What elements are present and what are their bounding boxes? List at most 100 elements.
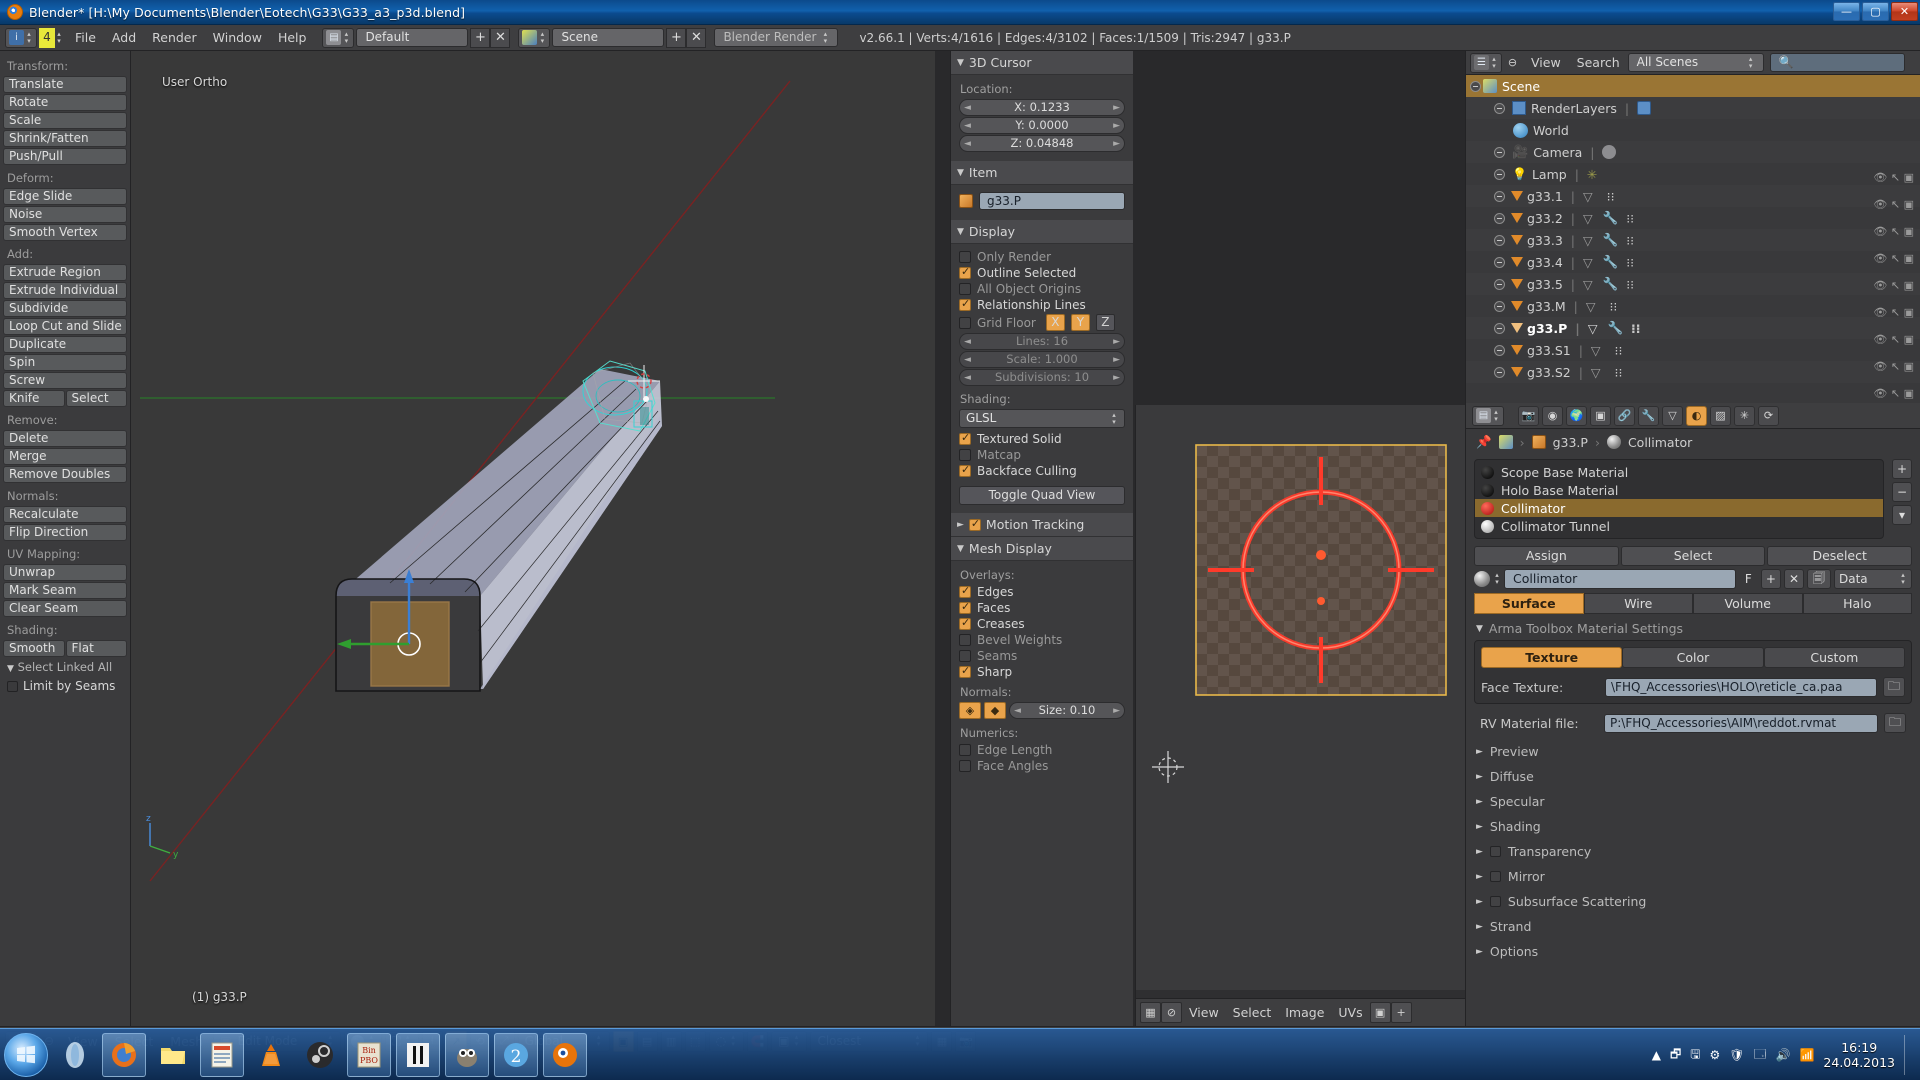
grid-lines-field[interactable]: ◄Lines: 16► [959, 333, 1125, 350]
tab-world[interactable]: 🌍 [1566, 406, 1587, 426]
shading-mode-select[interactable]: GLSL ▴▾ [959, 409, 1125, 428]
outline-selected-checkbox[interactable]: Outline Selected [959, 266, 1125, 280]
only-render-checkbox[interactable]: Only Render [959, 250, 1125, 264]
uv-menu-select[interactable]: Select [1226, 1005, 1279, 1020]
notepad-icon[interactable] [200, 1033, 244, 1077]
mesh-data-icon[interactable]: ▽ [1583, 255, 1593, 270]
tool-duplicate[interactable]: Duplicate [3, 336, 127, 353]
material-slot-row[interactable]: Holo Base Material [1475, 481, 1883, 499]
vertex-normals-icon[interactable]: ◈ [959, 702, 981, 719]
outliner-row-g33-1[interactable]: g33.1 | ▽ ⁝⁝ [1466, 185, 1920, 207]
material-slot-menu-button[interactable]: ▾ [1892, 505, 1912, 525]
tool-delete[interactable]: Delete [3, 430, 127, 447]
vertexgroup-icon[interactable]: ⁝⁝ [1631, 321, 1641, 336]
uv-pin-icon[interactable]: ⊘ [1161, 1002, 1182, 1023]
outliner-row-scene[interactable]: Scene [1466, 75, 1920, 97]
motion-tracking-header[interactable]: ► Motion Tracking [951, 513, 1133, 537]
face-texture-field[interactable]: \FHQ_Accessories\HOLO\reticle_ca.paa [1605, 678, 1877, 697]
tray-icon-e[interactable]: 🗔 [1754, 1045, 1767, 1066]
renderlayer-data-icon[interactable] [1637, 101, 1651, 115]
outliner-menu-search[interactable]: Search [1569, 51, 1628, 75]
tab-halo[interactable]: Halo [1803, 593, 1913, 614]
grid-floor-row[interactable]: Grid Floor X Y Z [959, 314, 1125, 331]
outliner-row-g33-3[interactable]: g33.3 | ▽ 🔧 ⁝⁝ [1466, 229, 1920, 251]
visibility-eye-icon[interactable]: 👁 ↖ ▣ [1873, 333, 1914, 346]
tray-volume-icon[interactable]: 🔊 [1776, 1048, 1791, 1062]
delete-scene-button[interactable]: ✕ [686, 28, 706, 48]
modifier-wrench-icon[interactable]: 🔧 [1607, 320, 1623, 336]
explorer-icon[interactable] [151, 1033, 195, 1077]
mesh-data-icon[interactable]: ▽ [1583, 277, 1593, 292]
mesh-data-icon[interactable]: ▽ [1588, 321, 1598, 336]
expand-toggle-icon[interactable] [1494, 367, 1505, 378]
outliner-row-g33-4[interactable]: g33.4 | ▽ 🔧 ⁝⁝ [1466, 251, 1920, 273]
window-controls[interactable]: — ▢ ✕ [1833, 2, 1918, 21]
tool-remove-doubles[interactable]: Remove Doubles [3, 466, 127, 483]
uv-menu-image[interactable]: Image [1278, 1005, 1331, 1020]
material-slot-row[interactable]: Collimator Tunnel [1475, 517, 1883, 535]
breadcrumb-object[interactable]: g33.P [1553, 435, 1588, 450]
vertexgroup-icon[interactable]: ⁝⁝ [1607, 189, 1615, 204]
tab-modifiers[interactable]: 🔧 [1638, 406, 1659, 426]
grid-scale-field[interactable]: ◄Scale: 1.000► [959, 351, 1125, 368]
mesh-data-icon[interactable]: ▽ [1583, 233, 1593, 248]
display-header[interactable]: ▼ Display [951, 220, 1133, 244]
section-diffuse[interactable]: ► Diffuse [1466, 764, 1920, 789]
tool-recalculate[interactable]: Recalculate [3, 506, 127, 523]
outliner-row-g33-2[interactable]: g33.2 | ▽ 🔧 ⁝⁝ [1466, 207, 1920, 229]
object-name-field[interactable]: g33.P [979, 192, 1125, 210]
browse-material-icon[interactable]: ▴▾ [1493, 572, 1501, 586]
toggle-quad-view-button[interactable]: Toggle Quad View [959, 486, 1125, 505]
add-material-slot-button[interactable]: + [1892, 459, 1912, 479]
tool-clear-seam[interactable]: Clear Seam [3, 600, 127, 617]
select-button[interactable]: Select [1621, 546, 1766, 566]
tool-merge[interactable]: Merge [3, 448, 127, 465]
visibility-eye-icon[interactable]: 👁 ↖ ▣ [1873, 306, 1914, 319]
tab-physics[interactable]: ⟳ [1758, 406, 1779, 426]
outliner-row-renderlayers[interactable]: RenderLayers | [1466, 97, 1920, 119]
tool-screw[interactable]: Screw [3, 372, 127, 389]
vertexgroup-icon[interactable]: ⁝⁝ [1609, 299, 1617, 314]
visibility-eye-icon[interactable]: 👁 ↖ ▣ [1873, 360, 1914, 373]
numeric-face-angles-checkbox[interactable]: Face Angles [959, 759, 1125, 773]
section-preview[interactable]: ► Preview [1466, 739, 1920, 764]
expand-toggle-icon[interactable] [1494, 279, 1505, 290]
3d-viewport[interactable]: z y User Ortho (1) g33.P [0, 51, 935, 1026]
scene-name-field[interactable]: Scene [552, 28, 664, 47]
steam-icon[interactable] [298, 1033, 342, 1077]
mirror-checkbox[interactable] [1490, 871, 1501, 882]
material-slot-list[interactable]: Scope Base Material Holo Base Material C… [1474, 459, 1884, 539]
menu-add[interactable]: Add [104, 25, 144, 51]
tab-color[interactable]: Color [1622, 647, 1763, 668]
outliner-row-g33-p[interactable]: g33.P | ▽ 🔧 ⁝⁝ [1466, 317, 1920, 339]
tool-noise[interactable]: Noise [3, 206, 127, 223]
start-orb-button[interactable] [4, 1033, 48, 1077]
properties-editor-type-icon[interactable]: ▤ ▴▾ [1472, 406, 1504, 426]
tab-surface[interactable]: Surface [1474, 593, 1584, 614]
modifier-wrench-icon[interactable]: 🔧 [1603, 232, 1619, 248]
tray-icon-d[interactable]: 🛡 [1729, 1048, 1744, 1062]
o2-icon[interactable]: 2 [494, 1033, 538, 1077]
tray-network-icon[interactable]: 📶 [1799, 1048, 1814, 1062]
mesh-data-icon[interactable]: ▽ [1583, 211, 1593, 226]
uv-menu-view[interactable]: View [1182, 1005, 1226, 1020]
section-specular[interactable]: ► Specular [1466, 789, 1920, 814]
firefox-icon[interactable] [102, 1033, 146, 1077]
tab-render[interactable]: 📷 [1518, 406, 1539, 426]
binpbo-icon[interactable]: BinPBO [347, 1033, 391, 1077]
expand-toggle-icon[interactable] [1494, 235, 1505, 246]
screen-layout-icon[interactable]: ▤ ▴▾ [322, 28, 354, 48]
menu-window[interactable]: Window [205, 25, 270, 51]
browse-rvmat-file-icon[interactable]: 🗀 [1884, 713, 1906, 733]
relationship-lines-checkbox[interactable]: Relationship Lines [959, 298, 1125, 312]
numeric-edge-length-checkbox[interactable]: Edge Length [959, 743, 1125, 757]
outliner-filter-icon[interactable]: ⊖ [1502, 52, 1523, 73]
gimp-icon[interactable] [445, 1033, 489, 1077]
expand-toggle-icon[interactable] [1494, 301, 1505, 312]
grid-subdivisions-field[interactable]: ◄Subdivisions: 10► [959, 369, 1125, 386]
vertexgroup-icon[interactable]: ⁝⁝ [1615, 365, 1623, 380]
uv-canvas[interactable] [1136, 405, 1466, 990]
blender-icon[interactable] [543, 1033, 587, 1077]
modifier-wrench-icon[interactable]: 🔧 [1603, 210, 1619, 226]
mesh-display-header[interactable]: ▼ Mesh Display [951, 537, 1133, 561]
